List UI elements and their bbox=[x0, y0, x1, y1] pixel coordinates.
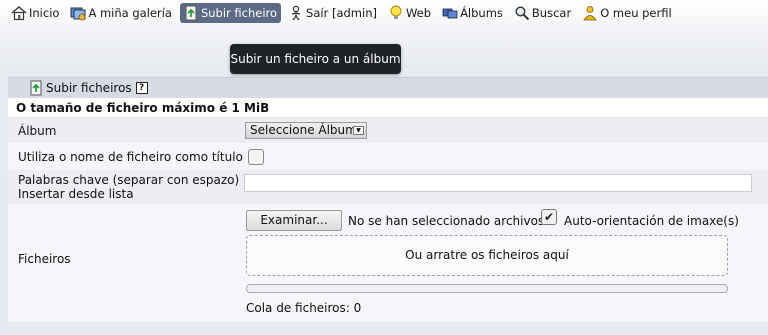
album-row: Álbum Seleccione Álbum ▼ bbox=[8, 118, 768, 143]
panel-title: Subir ficheiros bbox=[46, 81, 132, 95]
albums-icon bbox=[442, 8, 458, 19]
file-dropzone[interactable]: Ou arratre os ficheiros aquí bbox=[246, 235, 728, 276]
nav-my-gallery-label: A miña galería bbox=[88, 6, 172, 20]
chevron-down-icon: ▼ bbox=[353, 126, 364, 135]
browse-button[interactable]: Examinar... bbox=[246, 210, 342, 231]
nav-my-profile-label: O meu perfil bbox=[600, 6, 672, 20]
upload-icon bbox=[30, 80, 42, 96]
filename-title-checkbox[interactable] bbox=[248, 149, 264, 165]
keywords-row: Palabras chave (separar con espazo) Inse… bbox=[8, 170, 768, 204]
nav-home[interactable]: Inicio bbox=[8, 3, 63, 23]
album-label: Álbum bbox=[18, 124, 57, 138]
album-select[interactable]: Seleccione Álbum ▼ bbox=[245, 122, 367, 139]
profile-icon bbox=[583, 6, 597, 21]
nav-web-label: Web bbox=[405, 6, 432, 20]
nav-albums-label: Álbums bbox=[460, 6, 503, 20]
keywords-label: Palabras chave (separar con espazo) bbox=[18, 173, 240, 187]
keywords-input[interactable] bbox=[244, 174, 752, 192]
logout-icon bbox=[291, 5, 301, 21]
nav-logout[interactable]: Saír [admin] bbox=[285, 3, 381, 23]
nav-search[interactable]: Buscar bbox=[511, 3, 575, 23]
top-navigation: Inicio A miña galería Subir ficheiro Saí… bbox=[8, 3, 680, 23]
max-file-size-notice: O tamaño de ficheiro máximo é 1 MiB bbox=[8, 98, 768, 118]
upload-panel: Subir ficheiros ? O tamaño de ficheiro m… bbox=[8, 77, 768, 335]
nav-my-gallery[interactable]: A miña galería bbox=[67, 3, 176, 23]
search-icon bbox=[515, 6, 530, 21]
home-icon bbox=[11, 6, 27, 21]
nav-upload-file[interactable]: Subir ficheiro bbox=[179, 3, 282, 23]
files-label: Ficheiros bbox=[18, 252, 71, 266]
nav-web[interactable]: Web bbox=[385, 3, 435, 23]
filename-title-label: Utiliza o nome de ficheiro como título bbox=[18, 150, 243, 164]
help-icon[interactable]: ? bbox=[135, 82, 148, 94]
nav-my-profile[interactable]: O meu perfil bbox=[579, 3, 675, 23]
auto-orientation-checkbox[interactable]: ✔ bbox=[541, 209, 557, 225]
nav-logout-label: Saír [admin] bbox=[306, 6, 377, 20]
upload-tooltip: Subir un ficheiro a un álbum bbox=[230, 44, 401, 74]
gallery-icon bbox=[70, 7, 86, 21]
nav-upload-file-label: Subir ficheiro bbox=[200, 6, 278, 20]
panel-header: Subir ficheiros ? bbox=[8, 77, 768, 98]
upload-icon bbox=[185, 5, 197, 21]
files-row: Ficheiros Examinar... No se han seleccio… bbox=[8, 204, 768, 322]
bulb-icon bbox=[390, 5, 402, 19]
nav-albums[interactable]: Álbums bbox=[439, 3, 507, 23]
auto-orientation-label: Auto-orientación de imaxe(s) bbox=[564, 214, 739, 228]
nav-home-label: Inicio bbox=[29, 6, 60, 20]
nav-search-label: Buscar bbox=[531, 6, 572, 20]
insert-from-list-link[interactable]: Insertar desde lista bbox=[18, 187, 134, 201]
file-queue-count: Cola de ficheiros: 0 bbox=[246, 301, 362, 315]
filename-title-row: Utiliza o nome de ficheiro como título bbox=[8, 143, 768, 170]
upload-progress-bar bbox=[246, 284, 728, 293]
no-file-selected-text: No se han seleccionado archivos. bbox=[348, 214, 548, 228]
album-select-value: Seleccione Álbum bbox=[250, 123, 357, 137]
